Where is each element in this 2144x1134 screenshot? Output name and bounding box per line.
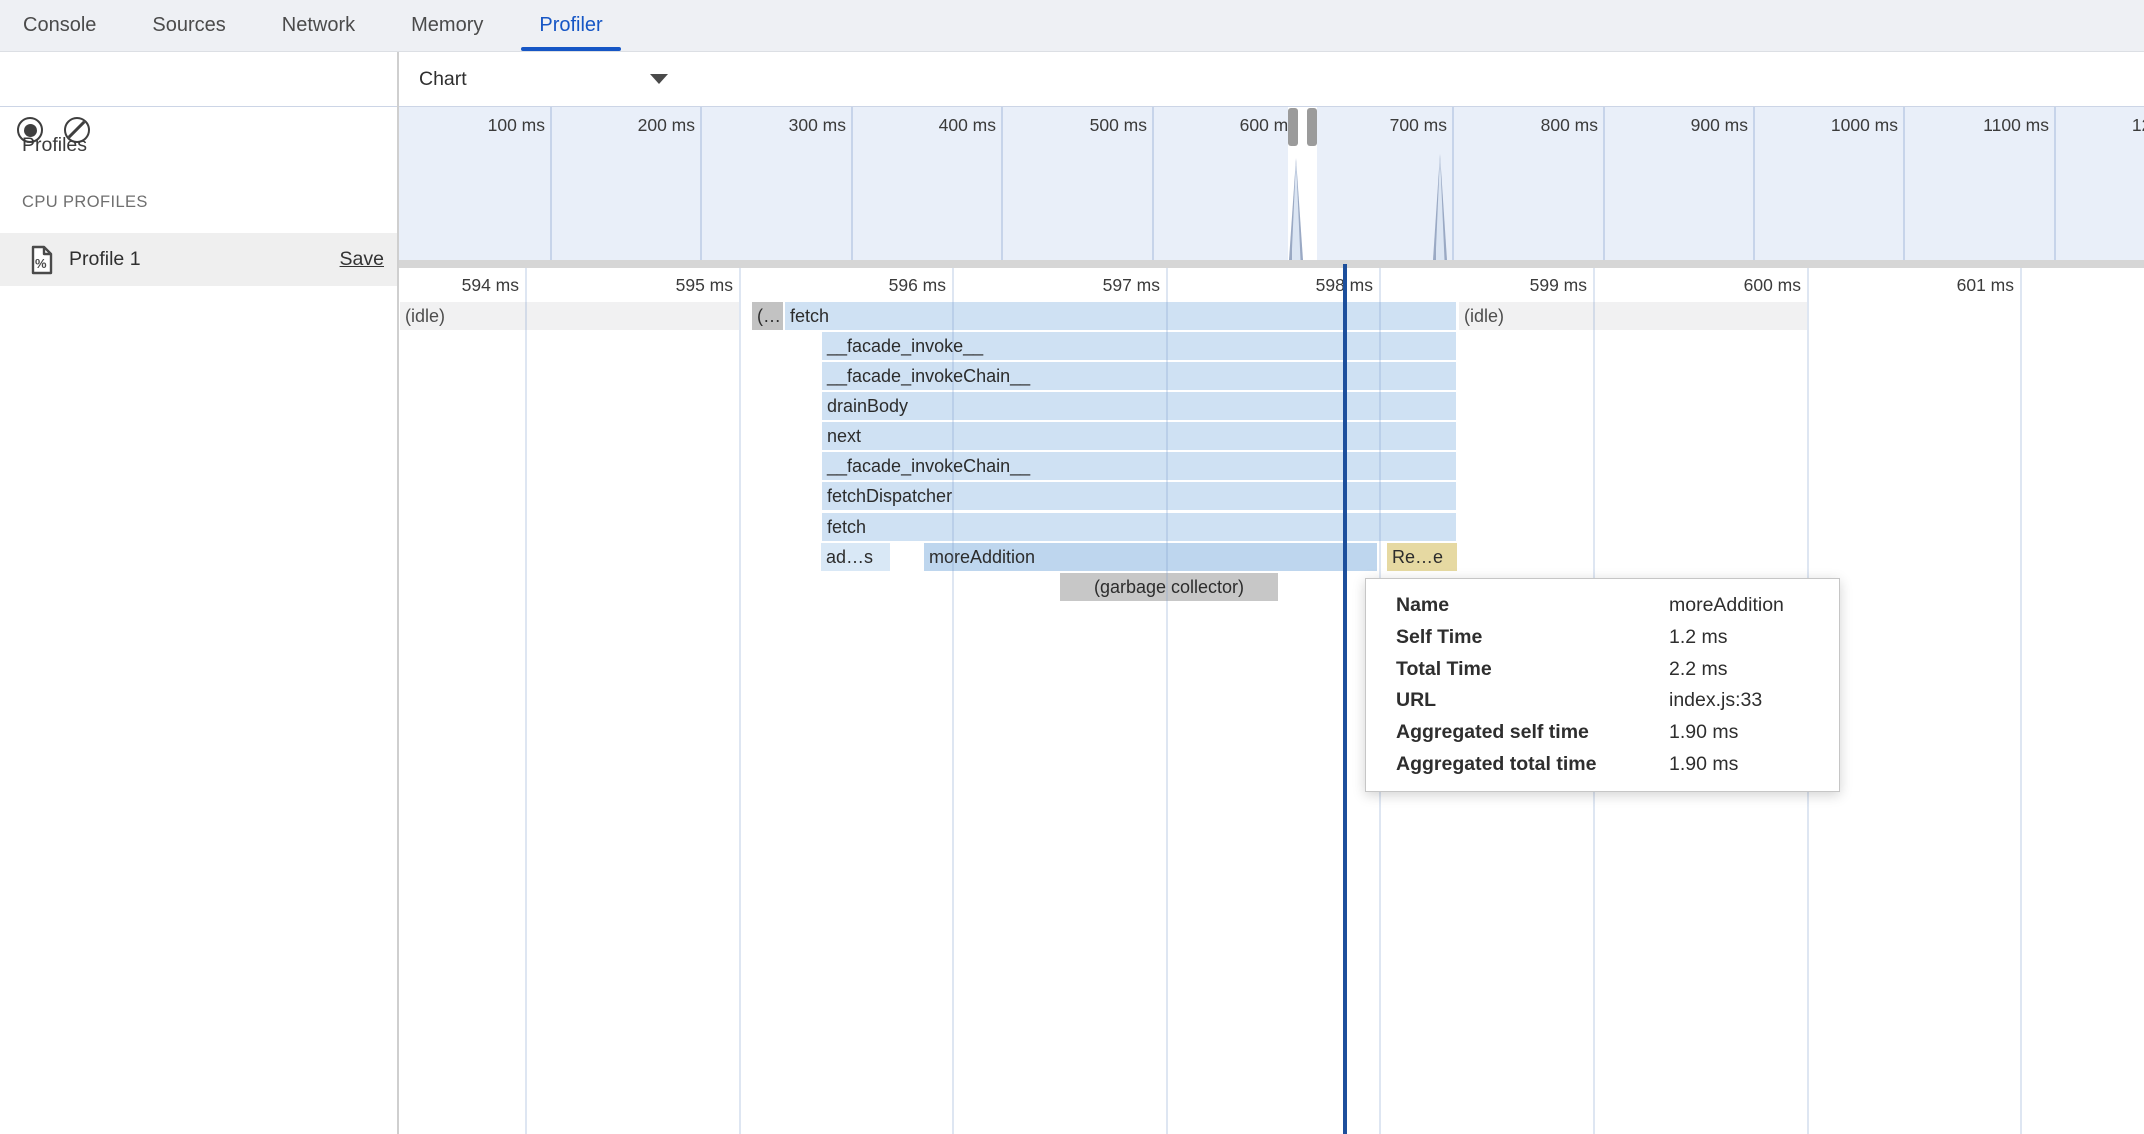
flame-frame--idle-[interactable]: (idle): [400, 302, 739, 330]
triangle-down-icon: [650, 74, 668, 84]
ruler-tick-label: 598 ms: [1219, 273, 1373, 297]
tooltip-row: URLindex.js:33: [1396, 685, 1815, 717]
flame-chart: 594 ms 595 ms 596 ms 597 ms 598 ms 599 ms 600 …: [398, 268, 2144, 1134]
profile-document-icon: %: [29, 245, 55, 275]
flame-frame-ad-s[interactable]: ad…s: [821, 543, 890, 571]
tooltip-label: Name: [1396, 590, 1669, 622]
flame-frame-fetchdispatcher[interactable]: fetchDispatcher: [822, 482, 1456, 510]
overview-tick-label: 600 ms: [1152, 112, 1297, 138]
tooltip-row: Self Time1.2 ms: [1396, 622, 1815, 654]
overview-tick-label: 100 ms: [400, 112, 545, 138]
selection-left-handle[interactable]: [1288, 108, 1298, 146]
overview-tick-label: 300 ms: [701, 112, 846, 138]
overview-tick-label: 900 ms: [1603, 112, 1748, 138]
flame-frame-next[interactable]: next: [822, 422, 1456, 450]
tooltip-label: Total Time: [1396, 654, 1669, 686]
cpu-activity-spike: [1289, 158, 1303, 260]
flame-frame--garbage-collector-[interactable]: (garbage collector): [1060, 573, 1278, 601]
flame-frame--facade-invoke-[interactable]: __facade_invoke__: [822, 332, 1456, 360]
timeline-scrub-strip: [398, 260, 2144, 268]
tooltip-value: 2.2 ms: [1669, 654, 1815, 686]
sidebar-divider: [397, 52, 399, 1134]
flame-frame-fetch[interactable]: fetch: [785, 302, 1456, 330]
chart-gridline: [1166, 268, 1168, 1134]
view-mode-label: Chart: [412, 68, 467, 91]
sidebar-toolbar: [0, 52, 398, 106]
overview-tick-label: 1000 ms: [1753, 112, 1898, 138]
overview-tick-label: 800 ms: [1453, 112, 1598, 138]
ruler-tick-label: 596 ms: [792, 273, 946, 297]
tooltip-label: URL: [1396, 685, 1669, 717]
flame-frame--facade-invokechain-[interactable]: __facade_invokeChain__: [822, 362, 1456, 390]
ruler-tick-label: 594 ms: [398, 273, 519, 297]
chart-gridline: [952, 268, 954, 1134]
cpu-activity-spike: [1433, 154, 1447, 260]
tooltip-value: index.js:33: [1669, 685, 1815, 717]
flame-frame--facade-invokechain-[interactable]: __facade_invokeChain__: [822, 452, 1456, 480]
overview-tick-label: 1200 ms: [2054, 112, 2144, 138]
tab-sources[interactable]: Sources: [137, 0, 240, 51]
ruler-tick-label: 599 ms: [1433, 273, 1587, 297]
tab-bar: Console Sources Network Memory Profiler: [0, 0, 2144, 52]
flame-frame-fetch[interactable]: fetch: [822, 513, 1456, 541]
svg-text:%: %: [35, 256, 47, 271]
tooltip-value: moreAddition: [1669, 590, 1815, 622]
tooltip-row: NamemoreAddition: [1396, 590, 1815, 622]
tooltip-value: 1.2 ms: [1669, 622, 1815, 654]
timeline-overview[interactable]: 100 ms200 ms300 ms400 ms500 ms600 ms700 …: [398, 107, 2144, 260]
ruler-tick-label: 597 ms: [1006, 273, 1160, 297]
tab-profiler[interactable]: Profiler: [524, 0, 617, 51]
profile-list-item[interactable]: % Profile 1 Save: [0, 233, 398, 286]
chart-gridline: [2020, 268, 2022, 1134]
toolbar-divider: [0, 106, 2144, 108]
save-profile-link[interactable]: Save: [340, 248, 384, 271]
frame-tooltip: NamemoreAdditionSelf Time1.2 msTotal Tim…: [1365, 578, 1840, 792]
overview-tick-label: 700 ms: [1302, 112, 1447, 138]
ruler-tick-label: 595 ms: [579, 273, 733, 297]
flame-frame-re-e[interactable]: Re…e: [1387, 543, 1457, 571]
overview-tick-label: 500 ms: [1002, 112, 1147, 138]
view-mode-dropdown[interactable]: Chart: [412, 52, 668, 106]
tooltip-label: Aggregated self time: [1396, 717, 1669, 749]
web-inspector-profiler-panel: Console Sources Network Memory Profiler Prof…: [0, 0, 2144, 1134]
flame-frame-drainbody[interactable]: drainBody: [822, 392, 1456, 420]
flame-frame--[interactable]: (…: [752, 302, 783, 330]
tooltip-label: Aggregated total time: [1396, 749, 1669, 781]
tab-console[interactable]: Console: [8, 0, 111, 51]
overview-tick-label: 400 ms: [851, 112, 996, 138]
tab-memory[interactable]: Memory: [396, 0, 498, 51]
tooltip-row: Aggregated total time1.90 ms: [1396, 749, 1815, 781]
flame-frame-moreaddition[interactable]: moreAddition: [924, 543, 1377, 571]
chart-gridline: [739, 268, 741, 1134]
tooltip-row: Aggregated self time1.90 ms: [1396, 717, 1815, 749]
flame-frame--idle-[interactable]: (idle): [1459, 302, 1807, 330]
tooltip-row: Total Time2.2 ms: [1396, 654, 1815, 686]
overview-tick-label: 1100 ms: [1904, 112, 2049, 138]
cpu-profiles-section-heading: CPU PROFILES: [22, 193, 148, 212]
ruler-tick-label: 600 ms: [1647, 273, 1801, 297]
profiles-heading: Profiles: [22, 134, 87, 157]
profile-name: Profile 1: [69, 248, 141, 271]
ruler-tick-label: 601 ms: [1860, 273, 2014, 297]
current-time-marker: [1343, 264, 1347, 1134]
chart-gridline: [525, 268, 527, 1134]
overview-tick-label: 200 ms: [550, 112, 695, 138]
tooltip-label: Self Time: [1396, 622, 1669, 654]
tooltip-value: 1.90 ms: [1669, 717, 1815, 749]
selection-right-handle[interactable]: [1307, 108, 1317, 146]
tab-network[interactable]: Network: [267, 0, 370, 51]
tooltip-value: 1.90 ms: [1669, 749, 1815, 781]
